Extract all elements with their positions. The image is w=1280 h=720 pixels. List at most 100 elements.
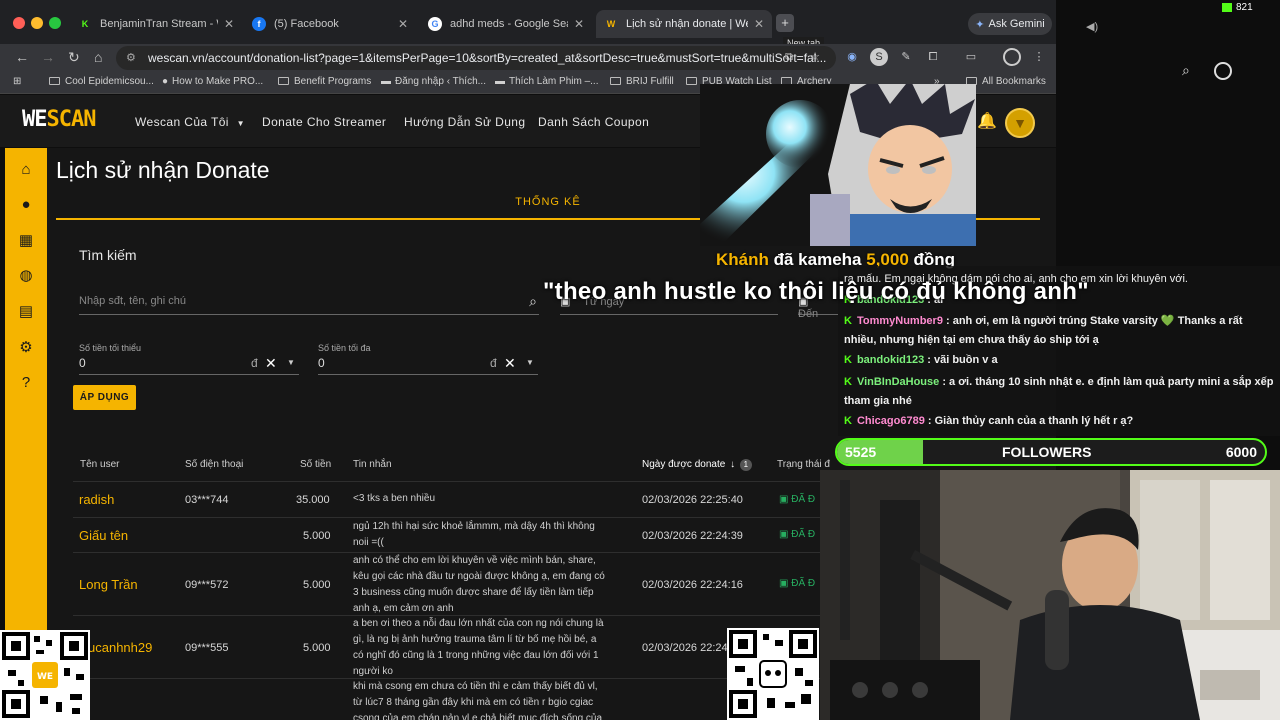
- column-header-user[interactable]: Tên user: [80, 459, 119, 470]
- column-header-message[interactable]: Tin nhắn: [353, 459, 392, 470]
- all-bookmarks-button[interactable]: All Bookmarks: [966, 76, 1046, 87]
- to-date-placeholder: Đến: [798, 308, 819, 320]
- media-icon[interactable]: ▭: [962, 48, 980, 66]
- close-window-button[interactable]: [13, 17, 25, 29]
- min-amount-value: 0: [79, 356, 86, 370]
- bookmark-item[interactable]: ▬ Thích Làm Phim –...: [495, 76, 598, 87]
- audio-extension-icon[interactable]: ◉: [843, 48, 861, 66]
- nav-coupons[interactable]: Danh Sách Coupon: [538, 115, 649, 129]
- message-line: từ lúc7 8 tháng gần đây khi mà em có tiề…: [353, 697, 594, 708]
- close-tab-icon[interactable]: ✕: [398, 17, 408, 31]
- search-input[interactable]: Nhập sđt, tên, ghi chú ⌕: [79, 293, 539, 315]
- user-avatar[interactable]: ▼: [1005, 108, 1035, 138]
- currency-suffix: đ: [251, 356, 258, 370]
- column-header-status[interactable]: Trạng thái đ: [777, 459, 830, 470]
- user-icon[interactable]: ●: [18, 197, 34, 213]
- bookmark-star-icon[interactable]: ☆: [806, 48, 824, 66]
- site-info-icon[interactable]: ⚙: [126, 46, 136, 70]
- apply-button[interactable]: ÁP DỤNG: [73, 385, 136, 410]
- row-username: Giấu tên: [79, 528, 129, 543]
- install-app-icon[interactable]: ⧉: [780, 48, 798, 66]
- donation-alert-message: "theo anh hustle ko thôi liệu có đủ khôn…: [543, 278, 1089, 305]
- search-icon[interactable]: ⌕: [529, 293, 537, 310]
- home-icon[interactable]: ⌂: [94, 49, 102, 65]
- bookmark-item[interactable]: BRIJ Fulfill: [610, 76, 674, 87]
- sidebar: ⌂ ● ▦ ◍ ▤ ⚙ ?: [5, 148, 47, 638]
- max-amount-input[interactable]: 0 đ ✕ ▼: [318, 355, 538, 375]
- browser-tab-bar: K BenjaminTran Stream - Watch ✕ f (5) Fa…: [0, 0, 1056, 44]
- apps-grid-icon[interactable]: ⊞: [13, 76, 21, 87]
- row-status: ▣ ĐÃ Đ: [779, 529, 815, 540]
- column-header-phone[interactable]: Số điện thoại: [185, 459, 243, 470]
- notification-bell-icon[interactable]: 🔔: [977, 111, 997, 131]
- followers-goal-bar: 5525 FOLLOWERS 6000: [835, 438, 1267, 466]
- clear-icon[interactable]: ✕: [504, 355, 516, 372]
- nav-donate-streamer[interactable]: Donate Cho Streamer: [262, 115, 386, 129]
- nav-my-wescan[interactable]: Wescan Của Tôi ▼: [135, 115, 245, 129]
- search-icon[interactable]: ⌕: [1182, 62, 1190, 79]
- bookmark-item[interactable]: Cool Epidemicsou...: [49, 76, 154, 87]
- chat-username: TommyNumber9: [856, 315, 943, 327]
- bookmark-item[interactable]: ▬ Đăng nhập ‹ Thích...: [381, 76, 486, 87]
- check-icon: ▣: [779, 494, 792, 505]
- dashboard-icon[interactable]: ▦: [18, 233, 34, 249]
- bookmark-item[interactable]: Benefit Programs: [278, 76, 371, 87]
- s-extension-icon[interactable]: S: [870, 48, 888, 66]
- max-amount-value: 0: [318, 356, 325, 370]
- bookmark-item[interactable]: ● How to Make PRO...: [162, 76, 263, 87]
- close-tab-icon[interactable]: ✕: [754, 17, 764, 31]
- svg-text:WE: WE: [37, 672, 53, 682]
- settings-gear-icon[interactable]: ⚙: [18, 340, 34, 356]
- chevron-down-icon[interactable]: ▼: [526, 358, 534, 367]
- message-line: kêu gọi các nhà đầu tư ngoài được không …: [353, 571, 605, 582]
- reload-icon[interactable]: ↻: [68, 49, 80, 66]
- forward-arrow-icon[interactable]: →: [41, 49, 55, 65]
- folder-icon: [686, 77, 697, 85]
- back-arrow-icon[interactable]: ←: [15, 49, 29, 65]
- help-icon[interactable]: ?: [18, 375, 34, 391]
- tab-title: (5) Facebook: [274, 18, 339, 30]
- bookmark-favicon-icon: ▬: [381, 76, 391, 87]
- tab-wescan[interactable]: W Lịch sử nhận donate | WeScan ✕: [596, 10, 772, 38]
- nav-guide[interactable]: Hướng Dẫn Sử Dụng: [404, 115, 525, 129]
- minimize-window-button[interactable]: [31, 17, 43, 29]
- wescan-icon: W: [606, 19, 616, 29]
- chevron-down-icon[interactable]: ▼: [287, 358, 295, 367]
- store-icon[interactable]: ▤: [18, 304, 34, 320]
- profile-icon[interactable]: [1003, 48, 1021, 66]
- chevron-down-icon: ▼: [236, 119, 245, 128]
- maximize-window-button[interactable]: [49, 17, 61, 29]
- audio-icon[interactable]: ◀): [1086, 20, 1098, 33]
- column-header-amount[interactable]: Số tiền: [300, 459, 331, 470]
- close-tab-icon[interactable]: ✕: [224, 17, 234, 31]
- message-line: anh có thể cho em lời khuyên về việc mìn…: [353, 555, 596, 566]
- chat-username: VinBInDaHouse: [856, 376, 940, 388]
- min-amount-input[interactable]: 0 đ ✕ ▼: [79, 355, 299, 375]
- status-label: ĐÃ Đ: [791, 578, 816, 589]
- feather-extension-icon[interactable]: ✎: [897, 48, 915, 66]
- address-bar[interactable]: ⚙ wescan.vn/account/donation-list?page=1…: [116, 46, 836, 70]
- wescan-logo[interactable]: WESCAN: [22, 107, 96, 132]
- home-icon[interactable]: ⌂: [18, 162, 34, 178]
- tab-facebook[interactable]: f (5) Facebook ✕: [244, 10, 416, 38]
- logo-we: WE: [22, 107, 47, 132]
- clear-icon[interactable]: ✕: [265, 355, 277, 372]
- message-line: noii =((: [353, 537, 384, 548]
- chat-username: bandokid123: [856, 354, 925, 366]
- close-tab-icon[interactable]: ✕: [574, 17, 584, 31]
- pinned-extension-icon[interactable]: [1214, 62, 1232, 80]
- tab-kick-stream[interactable]: K BenjaminTran Stream - Watch ✕: [70, 10, 242, 38]
- menu-more-icon[interactable]: ⋮: [1030, 48, 1048, 66]
- tab-google-search[interactable]: G adhd meds - Google Search ✕: [420, 10, 592, 38]
- message-line: có nghĩ đó cũng là 1 trong những việc đa…: [353, 650, 599, 661]
- globe-icon[interactable]: ◍: [18, 268, 34, 284]
- row-phone: 09***555: [185, 642, 229, 654]
- ask-gemini-label: Ask Gemini: [988, 18, 1045, 30]
- table-divider: [73, 517, 833, 518]
- kick-icon: K: [81, 19, 89, 29]
- extensions-puzzle-icon[interactable]: ⧠: [924, 48, 942, 66]
- followers-label: FOLLOWERS: [1002, 444, 1092, 460]
- ask-gemini-button[interactable]: ✦ Ask Gemini: [968, 13, 1052, 35]
- column-header-date[interactable]: Ngày được donate ↓ 1: [642, 459, 752, 471]
- new-tab-button[interactable]: +: [776, 14, 794, 32]
